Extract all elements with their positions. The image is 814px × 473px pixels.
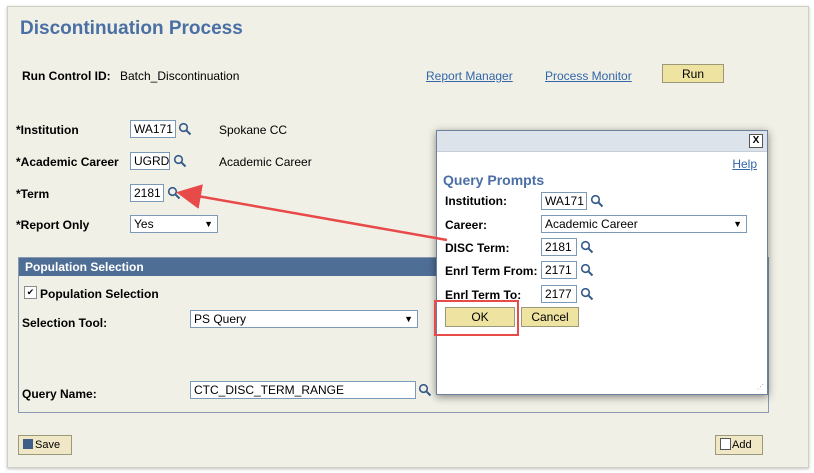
annotation-arrow [176, 184, 448, 242]
